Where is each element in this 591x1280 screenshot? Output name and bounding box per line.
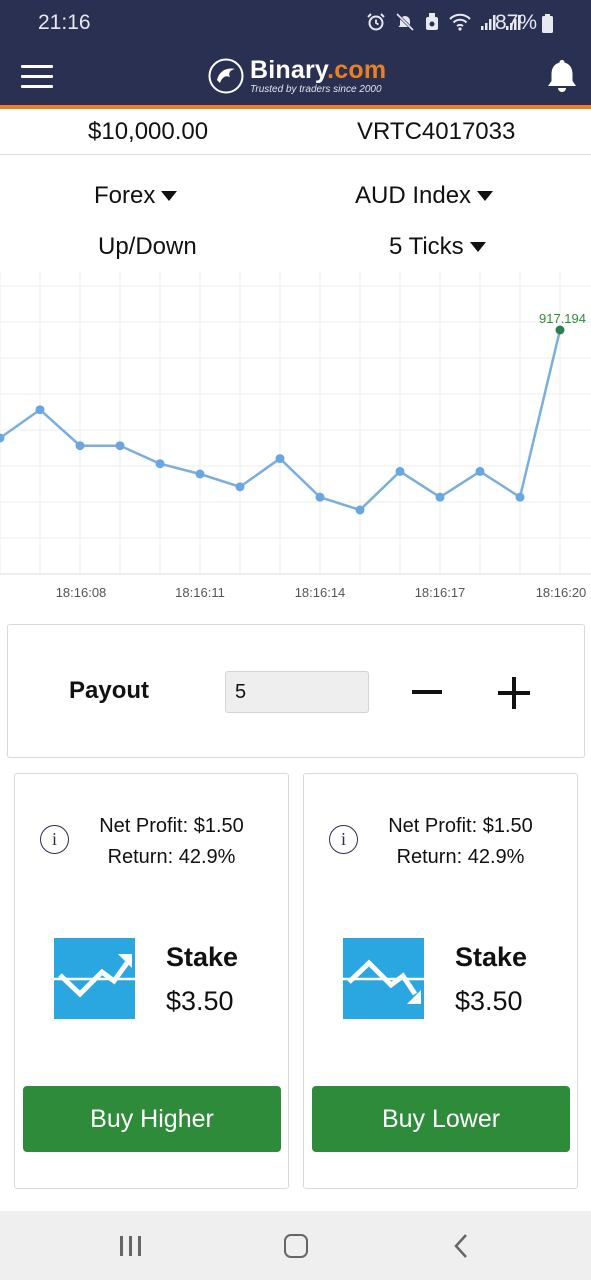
- duration-selector[interactable]: 5 Ticks: [389, 233, 486, 261]
- trend-up-icon: [54, 938, 135, 1019]
- brand-tagline: Trusted by traders since 2000: [250, 84, 382, 95]
- tick-point: [195, 469, 205, 479]
- minus-icon[interactable]: [412, 690, 442, 694]
- tick-point: [475, 466, 485, 476]
- underlying-selector-label: AUD Index: [355, 182, 472, 209]
- contract-card-lower: i Net Profit: $1.50 Return: 42.9% Stake …: [303, 773, 578, 1189]
- brand-name: Binary.com: [250, 56, 386, 85]
- underlying-selector[interactable]: AUD Index: [355, 182, 494, 210]
- tick-point: [435, 492, 445, 502]
- x-tick-label: 18:16:17: [415, 585, 466, 600]
- net-profit-text: Net Profit: $1.50: [388, 815, 533, 837]
- tick-point: [35, 405, 45, 415]
- duration-selector-label: 5 Ticks: [389, 233, 464, 260]
- home-icon[interactable]: [284, 1234, 308, 1258]
- chevron-down-icon: [161, 191, 178, 201]
- tick-point: [75, 441, 85, 451]
- buy-higher-button[interactable]: Buy Higher: [23, 1086, 281, 1152]
- net-profit-text: Net Profit: $1.50: [99, 815, 244, 837]
- x-tick-label: 18:16:20: [536, 585, 587, 600]
- tick-point: [115, 441, 125, 451]
- status-time: 21:16: [38, 11, 91, 34]
- tick-point: [355, 505, 365, 515]
- tick-point: [315, 492, 325, 502]
- tick-point: [275, 454, 285, 464]
- status-bar: 21:16 87%: [0, 0, 591, 44]
- app-header: Binary.com Trusted by traders since 2000: [0, 44, 591, 105]
- x-tick-label: 18:16:08: [56, 585, 107, 600]
- account-balance: $10,000.00: [88, 118, 209, 145]
- buy-lower-button[interactable]: Buy Lower: [312, 1086, 570, 1152]
- account-row: $10,000.00 VRTC4017033: [0, 109, 591, 155]
- chart-grid: [0, 272, 591, 575]
- mute-icon: [395, 12, 415, 32]
- payout-panel: Payout: [7, 624, 585, 758]
- trade-type-label: Up/Down: [98, 233, 197, 260]
- bell-icon[interactable]: [545, 58, 579, 94]
- tick-point: [235, 482, 245, 492]
- hamburger-menu-icon[interactable]: [21, 65, 53, 89]
- market-selector-label: Forex: [94, 182, 156, 209]
- chevron-down-icon: [469, 242, 486, 252]
- payout-label: Payout: [69, 677, 150, 704]
- stake-value: $3.50: [166, 986, 234, 1016]
- recent-apps-icon[interactable]: [120, 1236, 142, 1256]
- battery-icon: [542, 14, 553, 33]
- x-tick-label: 18:16:14: [295, 585, 346, 600]
- stake-label: Stake: [166, 942, 239, 972]
- stake-value: $3.50: [455, 986, 523, 1016]
- x-tick-label: 18:16:11: [175, 585, 225, 600]
- signal-icon: [481, 15, 496, 30]
- market-selector[interactable]: Forex: [94, 182, 178, 210]
- alarm-icon: [367, 13, 385, 31]
- plus-icon[interactable]: [498, 677, 530, 709]
- last-tick-point: [555, 325, 565, 335]
- brand-name-suffix: .com: [327, 56, 387, 84]
- return-text: Return: 42.9%: [396, 846, 525, 868]
- brand-logo-icon: [208, 58, 244, 94]
- tick-chart: 917.194 18:16:08 18:16:11 18:16:14 18:16:17 1…: [0, 272, 591, 600]
- contract-card-higher: i Net Profit: $1.50 Return: 42.9% Stake …: [14, 773, 289, 1189]
- tick-point: [395, 466, 405, 476]
- tick-point: [155, 459, 165, 469]
- android-icon: [426, 13, 438, 30]
- stake-label: Stake: [455, 942, 528, 972]
- wifi-icon: [449, 13, 471, 31]
- back-icon[interactable]: [452, 1233, 470, 1259]
- system-nav-bar: [0, 1211, 591, 1280]
- return-text: Return: 42.9%: [107, 846, 236, 868]
- battery-percent: 87%: [494, 11, 537, 34]
- trade-type-selector[interactable]: Up/Down: [98, 233, 197, 261]
- trend-down-icon: [343, 938, 424, 1019]
- brand-name-main: Binary: [250, 56, 328, 84]
- payout-input[interactable]: [225, 671, 369, 713]
- last-value-label: 917.194: [539, 311, 586, 326]
- account-id[interactable]: VRTC4017033: [357, 118, 515, 146]
- chevron-down-icon: [477, 191, 494, 201]
- tick-point: [515, 492, 525, 502]
